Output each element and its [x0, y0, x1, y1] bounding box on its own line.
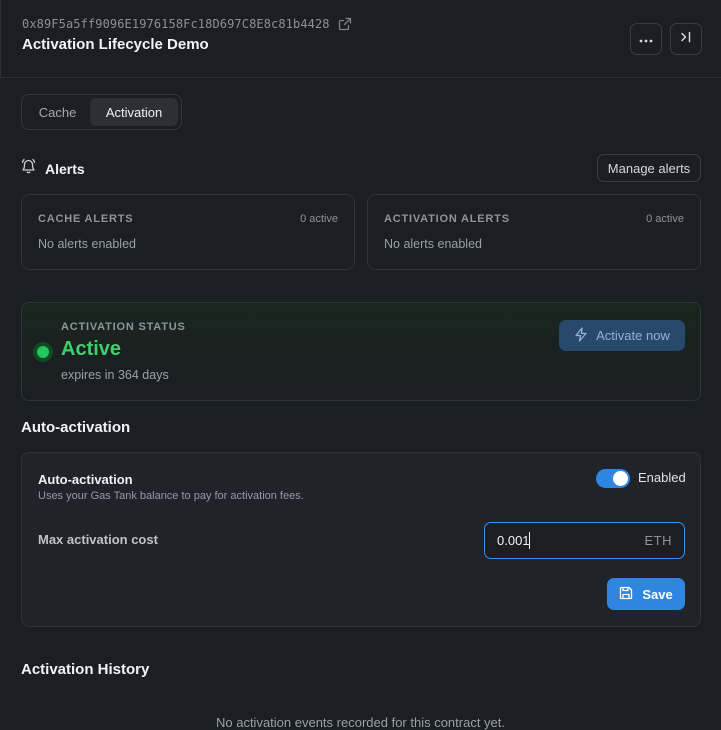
address-row: 0x89F5a5ff9096E1976158Fc18D697C8E8c81b44…	[22, 17, 352, 31]
alerts-title: Alerts	[45, 160, 85, 177]
contract-panel: 0x89F5a5ff9096E1976158Fc18D697C8E8c81b44…	[0, 0, 721, 730]
auto-activation-toggle[interactable]	[596, 469, 630, 488]
external-link-icon[interactable]	[338, 17, 352, 31]
alerts-header: Alerts	[21, 158, 85, 179]
page-title: Activation Lifecycle Demo	[22, 36, 209, 53]
card-message: No alerts enabled	[384, 237, 482, 251]
tab-cache[interactable]: Cache	[25, 98, 90, 126]
text-caret	[529, 532, 530, 549]
activate-now-label: Activate now	[596, 328, 670, 343]
floppy-disk-icon	[619, 586, 633, 603]
auto-activation-name: Auto-activation	[38, 472, 133, 487]
activation-history-title: Activation History	[21, 661, 150, 678]
auto-activation-description: Uses your Gas Tank balance to pay for ac…	[38, 490, 304, 502]
status-expiry: expires in 364 days	[61, 368, 169, 382]
auto-activation-section-title: Auto-activation	[21, 419, 131, 436]
card-label: ACTIVATION ALERTS	[384, 213, 510, 225]
more-horizontal-icon	[639, 30, 653, 48]
status-indicator-dot	[37, 346, 49, 358]
save-label: Save	[642, 586, 673, 602]
panel-header: 0x89F5a5ff9096E1976158Fc18D697C8E8c81b44…	[0, 0, 721, 78]
auto-activation-card: Auto-activation Uses your Gas Tank balan…	[21, 452, 701, 627]
toggle-knob	[613, 471, 628, 486]
bell-icon	[21, 158, 36, 179]
activation-status-card: ACTIVATION STATUS Active expires in 364 …	[21, 302, 701, 401]
max-cost-label: Max activation cost	[38, 532, 158, 547]
save-button[interactable]: Save	[607, 578, 685, 610]
manage-alerts-button[interactable]: Manage alerts	[597, 154, 701, 182]
activation-alerts-card: ACTIVATION ALERTS 0 active No alerts ena…	[367, 194, 701, 270]
contract-address: 0x89F5a5ff9096E1976158Fc18D697C8E8c81b44…	[22, 17, 330, 31]
max-cost-value: 0.001	[497, 533, 530, 548]
max-cost-unit: ETH	[644, 533, 672, 548]
card-count: 0 active	[646, 213, 684, 225]
tab-bar: Cache Activation	[21, 94, 182, 130]
card-count: 0 active	[300, 213, 338, 225]
card-message: No alerts enabled	[38, 237, 136, 251]
lightning-icon	[574, 326, 588, 345]
toggle-label: Enabled	[638, 470, 686, 485]
cache-alerts-card: CACHE ALERTS 0 active No alerts enabled	[21, 194, 355, 270]
history-empty-message: No activation events recorded for this c…	[215, 715, 506, 730]
card-label: CACHE ALERTS	[38, 213, 134, 225]
collapse-panel-button[interactable]	[670, 23, 702, 55]
activate-now-button[interactable]: Activate now	[559, 320, 685, 351]
collapse-panel-icon	[679, 30, 693, 49]
status-value: Active	[61, 338, 122, 360]
status-label: ACTIVATION STATUS	[61, 321, 186, 333]
more-options-button[interactable]	[630, 23, 662, 55]
max-cost-input[interactable]: 0.001 ETH	[484, 522, 685, 559]
tab-activation[interactable]: Activation	[90, 98, 178, 126]
